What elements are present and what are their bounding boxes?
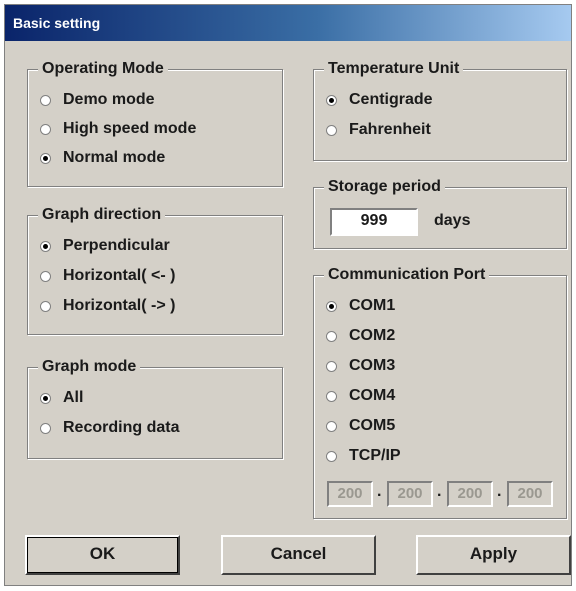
radio-indicator[interactable] <box>326 330 337 342</box>
radio-horizontal-right[interactable]: Horizontal( -> ) <box>40 296 175 316</box>
radio-label: COM3 <box>349 357 396 374</box>
radio-label: High speed mode <box>63 120 197 137</box>
window-title: Basic setting <box>5 5 571 41</box>
radio-label: Perpendicular <box>63 237 170 254</box>
ip-octet-4[interactable]: 200 <box>507 481 553 507</box>
storage-period-unit: days <box>434 212 471 229</box>
radio-indicator[interactable] <box>40 240 51 252</box>
radio-high-speed-mode[interactable]: High speed mode <box>40 119 196 139</box>
graph-mode-legend: Graph mode <box>38 357 141 377</box>
cancel-button[interactable]: Cancel <box>221 535 376 575</box>
radio-label: Demo mode <box>63 91 155 108</box>
ip-separator: . <box>377 483 382 500</box>
radio-label: Fahrenheit <box>349 121 431 138</box>
radio-label: TCP/IP <box>349 447 401 464</box>
graph-direction-group: Graph direction Perpendicular Horizontal… <box>27 205 283 335</box>
ip-octet-1[interactable]: 200 <box>327 481 373 507</box>
radio-label: All <box>63 389 84 406</box>
radio-indicator[interactable] <box>40 392 51 404</box>
radio-tcp-ip[interactable]: TCP/IP <box>326 446 401 466</box>
ip-separator: . <box>437 483 442 500</box>
radio-indicator[interactable] <box>40 94 51 106</box>
ok-button[interactable]: OK <box>25 535 180 575</box>
radio-indicator[interactable] <box>40 422 51 434</box>
radio-centigrade[interactable]: Centigrade <box>326 90 433 110</box>
radio-all[interactable]: All <box>40 388 83 408</box>
radio-recording-data[interactable]: Recording data <box>40 418 179 438</box>
radio-label: Horizontal( <- ) <box>63 267 176 284</box>
radio-com5[interactable]: COM5 <box>326 416 395 436</box>
radio-label: COM4 <box>349 387 396 404</box>
radio-label: Centigrade <box>349 91 433 108</box>
radio-perpendicular[interactable]: Perpendicular <box>40 236 170 256</box>
radio-com4[interactable]: COM4 <box>326 386 395 406</box>
basic-setting-dialog: Basic setting Operating Mode Demo mode H… <box>4 4 572 586</box>
radio-indicator[interactable] <box>326 450 337 462</box>
temperature-unit-group: Temperature Unit Centigrade Fahrenheit <box>313 59 567 161</box>
radio-com3[interactable]: COM3 <box>326 356 395 376</box>
radio-label: COM2 <box>349 327 396 344</box>
radio-indicator[interactable] <box>326 94 337 106</box>
operating-mode-legend: Operating Mode <box>38 59 168 79</box>
ip-octet-3[interactable]: 200 <box>447 481 493 507</box>
storage-period-group: Storage period 999 days <box>313 177 567 249</box>
apply-button[interactable]: Apply <box>416 535 571 575</box>
radio-indicator[interactable] <box>40 270 51 282</box>
radio-indicator[interactable] <box>40 123 51 135</box>
radio-demo-mode[interactable]: Demo mode <box>40 90 155 110</box>
radio-label: Normal mode <box>63 149 166 166</box>
radio-label: Recording data <box>63 419 180 436</box>
radio-fahrenheit[interactable]: Fahrenheit <box>326 120 431 140</box>
radio-horizontal-left[interactable]: Horizontal( <- ) <box>40 266 175 286</box>
ip-octet-2[interactable]: 200 <box>387 481 433 507</box>
storage-period-legend: Storage period <box>324 177 445 197</box>
radio-label: COM5 <box>349 417 396 434</box>
radio-indicator[interactable] <box>326 124 337 136</box>
radio-indicator[interactable] <box>40 152 51 164</box>
radio-indicator[interactable] <box>326 300 337 312</box>
ip-separator: . <box>497 483 502 500</box>
communication-port-legend: Communication Port <box>324 265 490 285</box>
radio-indicator[interactable] <box>40 300 51 312</box>
graph-direction-legend: Graph direction <box>38 205 166 225</box>
radio-com2[interactable]: COM2 <box>326 326 395 346</box>
storage-period-input[interactable]: 999 <box>330 208 418 236</box>
temperature-unit-legend: Temperature Unit <box>324 59 464 79</box>
radio-normal-mode[interactable]: Normal mode <box>40 148 165 168</box>
operating-mode-group: Operating Mode Demo mode High speed mode… <box>27 59 283 187</box>
radio-com1[interactable]: COM1 <box>326 296 395 316</box>
radio-indicator[interactable] <box>326 420 337 432</box>
radio-indicator[interactable] <box>326 390 337 402</box>
radio-indicator[interactable] <box>326 360 337 372</box>
radio-label: Horizontal( -> ) <box>63 297 176 314</box>
graph-mode-group: Graph mode All Recording data <box>27 357 283 459</box>
radio-label: COM1 <box>349 297 396 314</box>
